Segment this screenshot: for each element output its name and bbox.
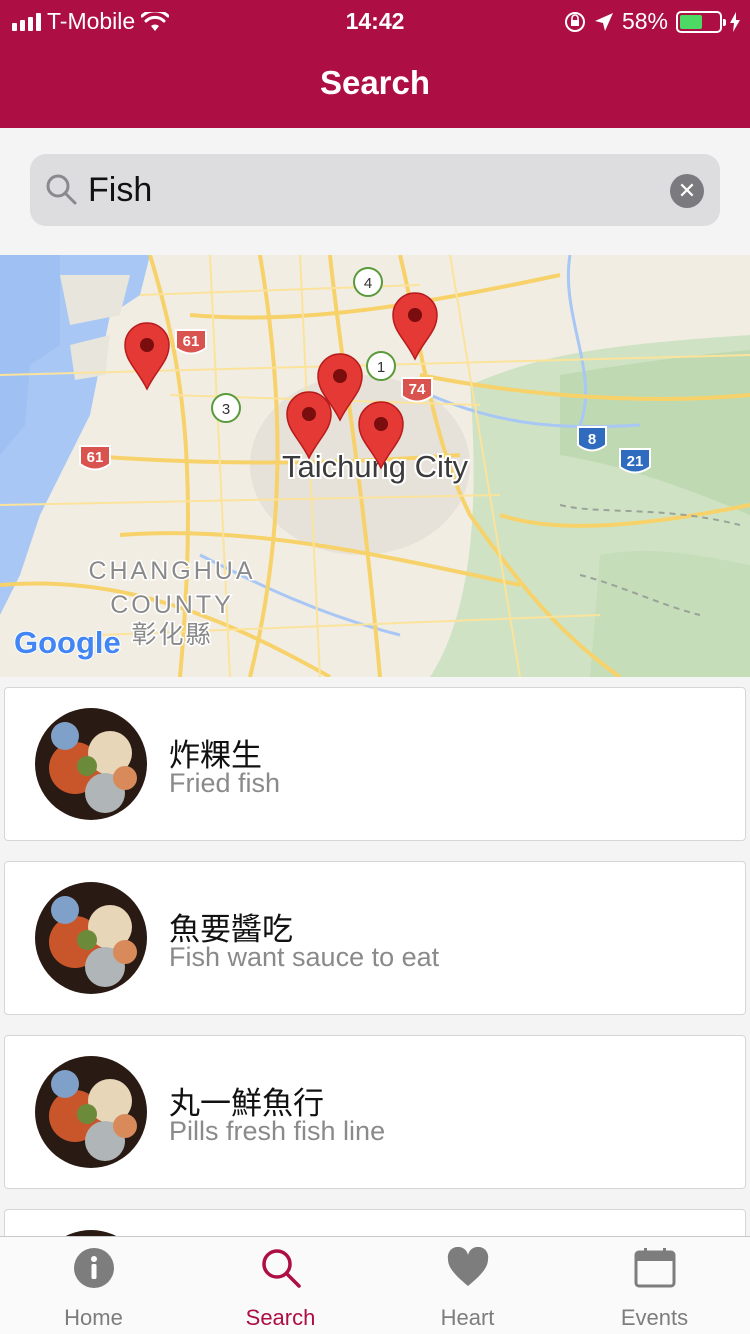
search-input[interactable] (88, 164, 648, 216)
map-view[interactable]: 61 61 74 8 21 4 1 3 Taichung City CHANGH… (0, 255, 750, 677)
search-icon (262, 1249, 301, 1288)
flower-marker-1: 1 (366, 351, 396, 381)
road-shield-label: 21 (627, 453, 644, 470)
close-icon: ✕ (677, 178, 697, 203)
tab-home[interactable]: Home (0, 1237, 187, 1334)
result-card[interactable]: 炸粿生 Fried fish (4, 687, 746, 841)
search-area: ✕ (0, 128, 750, 255)
road-shield-label: 74 (409, 381, 426, 398)
location-arrow-icon (594, 12, 613, 31)
flower-marker-label: 4 (364, 275, 372, 292)
heart-icon (447, 1247, 489, 1286)
road-shield-label: 61 (87, 449, 104, 466)
avatar (35, 708, 147, 820)
result-subtitle: Fried fish (169, 768, 281, 798)
battery-percent: 58% (621, 8, 668, 34)
road-shield-label: 61 (183, 333, 200, 350)
charging-bolt-icon (730, 11, 740, 32)
result-card[interactable]: 丸一鮮魚行 Pills fresh fish line (4, 1035, 746, 1189)
county-label-zh: 彰化縣 (131, 620, 212, 649)
status-bar: T-Mobile 14:42 58% (0, 0, 750, 40)
tab-bar: Home Search Heart Events (0, 1236, 750, 1334)
flower-marker-label: 1 (377, 359, 385, 376)
page-title: Search (319, 64, 431, 101)
avatar (35, 1056, 147, 1168)
road-shield-21: 21 (619, 448, 651, 474)
tab-events-label: Events (620, 1305, 689, 1330)
battery-icon (676, 10, 726, 33)
result-card[interactable]: 魚要醬吃 Fish want sauce to eat (4, 861, 746, 1015)
tab-search[interactable]: Search (187, 1237, 374, 1334)
app-root: T-Mobile 14:42 58% Search Fish ✕ 61 61 7… (0, 0, 750, 1334)
tab-events[interactable]: Events (561, 1237, 748, 1334)
road-shield-label: 8 (588, 431, 596, 448)
calendar-icon (634, 1248, 676, 1288)
county-label-line1: CHANGHUA (88, 557, 255, 585)
avatar (35, 882, 147, 994)
google-logo: Google (14, 625, 121, 660)
tab-heart-label: Heart (440, 1305, 495, 1330)
tab-home-label: Home (64, 1305, 123, 1330)
road-shield-61-south: 61 (79, 445, 111, 471)
county-label-line2: COUNTY (110, 591, 234, 619)
road-shield-8: 8 (577, 426, 607, 452)
result-card-partial[interactable] (4, 1209, 746, 1237)
app-header: T-Mobile 14:42 58% Search (0, 0, 750, 128)
clear-search-button[interactable]: ✕ (670, 174, 704, 208)
status-right: 58% (564, 8, 740, 35)
orientation-lock-icon (564, 11, 585, 32)
road-shield-61-north: 61 (175, 329, 207, 355)
tab-search-label: Search (245, 1305, 316, 1330)
battery-fill (680, 14, 703, 29)
map-canvas: 61 61 74 8 21 4 1 3 Taichung City CHANGH… (0, 255, 750, 677)
flower-marker-4: 4 (353, 267, 383, 297)
result-subtitle: Fish want sauce to eat (169, 942, 440, 972)
results-list: 炸粿生 Fried fish 魚要醬吃 Fish want sauce to e… (0, 677, 750, 1237)
flower-marker-label: 3 (222, 401, 230, 418)
search-bar[interactable]: ✕ (30, 154, 720, 226)
flower-marker-3: 3 (211, 393, 241, 423)
search-icon (46, 174, 77, 205)
tab-heart[interactable]: Heart (374, 1237, 561, 1334)
road-shield-74: 74 (401, 377, 433, 403)
result-subtitle: Pills fresh fish line (169, 1116, 386, 1146)
info-icon (74, 1248, 114, 1288)
